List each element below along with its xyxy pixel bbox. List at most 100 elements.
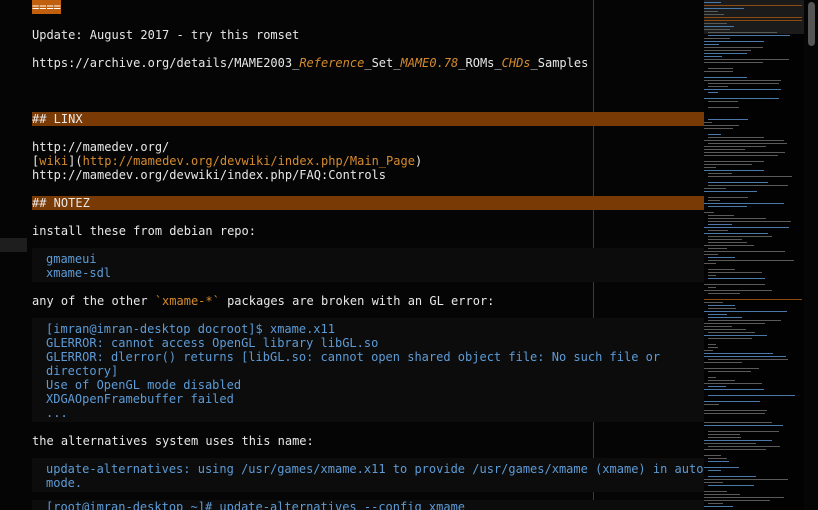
vertical-scrollbar[interactable]	[804, 0, 818, 510]
minimap-line	[708, 278, 765, 279]
minimap-line	[704, 56, 722, 57]
minimap-line	[704, 89, 781, 90]
minimap-line	[708, 347, 718, 348]
minimap-line	[704, 164, 752, 165]
minimap-line	[708, 221, 791, 222]
minimap-line	[704, 422, 772, 423]
minimap-line	[708, 320, 781, 321]
minimap-line	[704, 47, 763, 48]
packages-code-block	[32, 248, 704, 282]
archive-url[interactable]: https://archive.org/details/MAME2003_Ref…	[32, 56, 588, 70]
minimap-line	[708, 275, 716, 276]
archive-url-p3: _Set_	[364, 56, 401, 70]
archive-url-p2: Reference	[299, 56, 365, 70]
minimap-line	[708, 434, 740, 435]
minimap-line	[708, 86, 728, 87]
minimap-line	[704, 212, 714, 213]
error-line: ...	[46, 406, 68, 420]
minimap-line	[704, 410, 767, 411]
archive-url-p5: _ROMs_	[458, 56, 502, 70]
error-line: [imran@imran-desktop docroot]$ xmame.x11	[46, 322, 335, 336]
minimap-line	[708, 386, 726, 387]
minimap-line	[704, 311, 787, 312]
alternatives-output: mode.	[46, 476, 83, 490]
minimap-line	[704, 233, 768, 234]
heading-linx: ## LINX	[32, 112, 83, 126]
minimap-line	[708, 32, 777, 33]
minimap-line	[708, 197, 748, 198]
scrollbar-thumb[interactable]	[808, 2, 815, 46]
minimap-line	[704, 497, 784, 498]
minimap[interactable]	[704, 0, 804, 510]
minimap-line	[708, 260, 794, 261]
minimap-line	[708, 377, 716, 378]
linx-url-mamedev[interactable]: http://mamedev.org/	[32, 140, 169, 154]
minimap-line	[708, 257, 735, 258]
alternatives-line: the alternatives system uses this name:	[32, 434, 314, 448]
wiki-link[interactable]: [wiki](http://mamedev.org/devwiki/index.…	[32, 154, 422, 168]
minimap-line	[708, 137, 764, 138]
error-line: XDGAOpenFramebuffer failed	[46, 392, 234, 406]
minimap-line	[704, 356, 786, 357]
minimap-line	[708, 200, 720, 201]
minimap-line	[704, 2, 721, 3]
minimap-line	[708, 230, 728, 231]
minimap-line	[704, 227, 789, 228]
minimap-line	[704, 302, 723, 303]
minimap-line	[704, 494, 740, 495]
minimap-line	[708, 107, 739, 108]
minimap-line	[708, 173, 732, 174]
current-line-gutter	[0, 238, 27, 252]
error-line: Use of OpenGL mode disabled	[46, 378, 242, 392]
linx-url-faq[interactable]: http://mamedev.org/devwiki/index.php/FAQ…	[32, 168, 386, 182]
minimap-line	[704, 98, 779, 99]
minimap-line	[708, 287, 716, 288]
error-line: GLERROR: cannot access OpenGL library li…	[46, 336, 379, 350]
alternatives-output: update-alternatives: using /usr/games/xm…	[46, 462, 704, 476]
minimap-line	[704, 155, 778, 156]
minimap-line	[708, 395, 795, 396]
minimap-line	[708, 176, 792, 177]
minimap-line	[704, 329, 746, 330]
minimap-line	[704, 188, 726, 189]
minimap-line	[708, 437, 741, 438]
minimap-line	[708, 314, 727, 315]
minimap-line	[708, 371, 751, 372]
package-item: xmame-sdl	[46, 266, 112, 280]
archive-url-p6: CHDs	[501, 56, 531, 70]
error-line: directory]	[46, 364, 119, 378]
minimap-line	[708, 458, 727, 459]
minimap-line	[704, 449, 766, 450]
minimap-line	[708, 332, 755, 333]
top-fragment: ====	[32, 0, 61, 14]
minimap-line	[704, 152, 785, 153]
minimap-line	[704, 455, 721, 456]
minimap-line	[704, 263, 716, 264]
editor-pane[interactable]: ==== Update: August 2017 - try this roms…	[0, 0, 704, 510]
minimap-line	[708, 248, 727, 249]
minimap-line	[704, 17, 802, 18]
minimap-line	[708, 317, 742, 318]
minimap-line	[704, 11, 718, 12]
minimap-line	[704, 5, 802, 6]
minimap-line	[704, 404, 719, 405]
minimap-line	[708, 380, 735, 381]
minimap-line	[708, 446, 780, 447]
minimap-line	[708, 359, 788, 360]
error-line: GLERROR: dlerror() returns [libGL.so: ca…	[46, 350, 661, 364]
minimap-line	[708, 431, 779, 432]
other-line-p2: packages are broken with an GL error:	[219, 294, 495, 308]
minimap-line	[708, 236, 772, 237]
minimap-line	[708, 239, 742, 240]
minimap-line	[704, 77, 747, 78]
minimap-line	[704, 122, 712, 123]
minimap-line	[704, 323, 765, 324]
wiki-url[interactable]: http://mamedev.org/devwiki/index.php/Mai…	[83, 154, 415, 168]
minimap-line	[708, 485, 754, 486]
minimap-line	[704, 500, 770, 501]
minimap-line	[704, 170, 764, 171]
minimap-line	[704, 38, 730, 39]
minimap-line	[704, 353, 773, 354]
minimap-line	[704, 146, 766, 147]
minimap-line	[704, 80, 781, 81]
